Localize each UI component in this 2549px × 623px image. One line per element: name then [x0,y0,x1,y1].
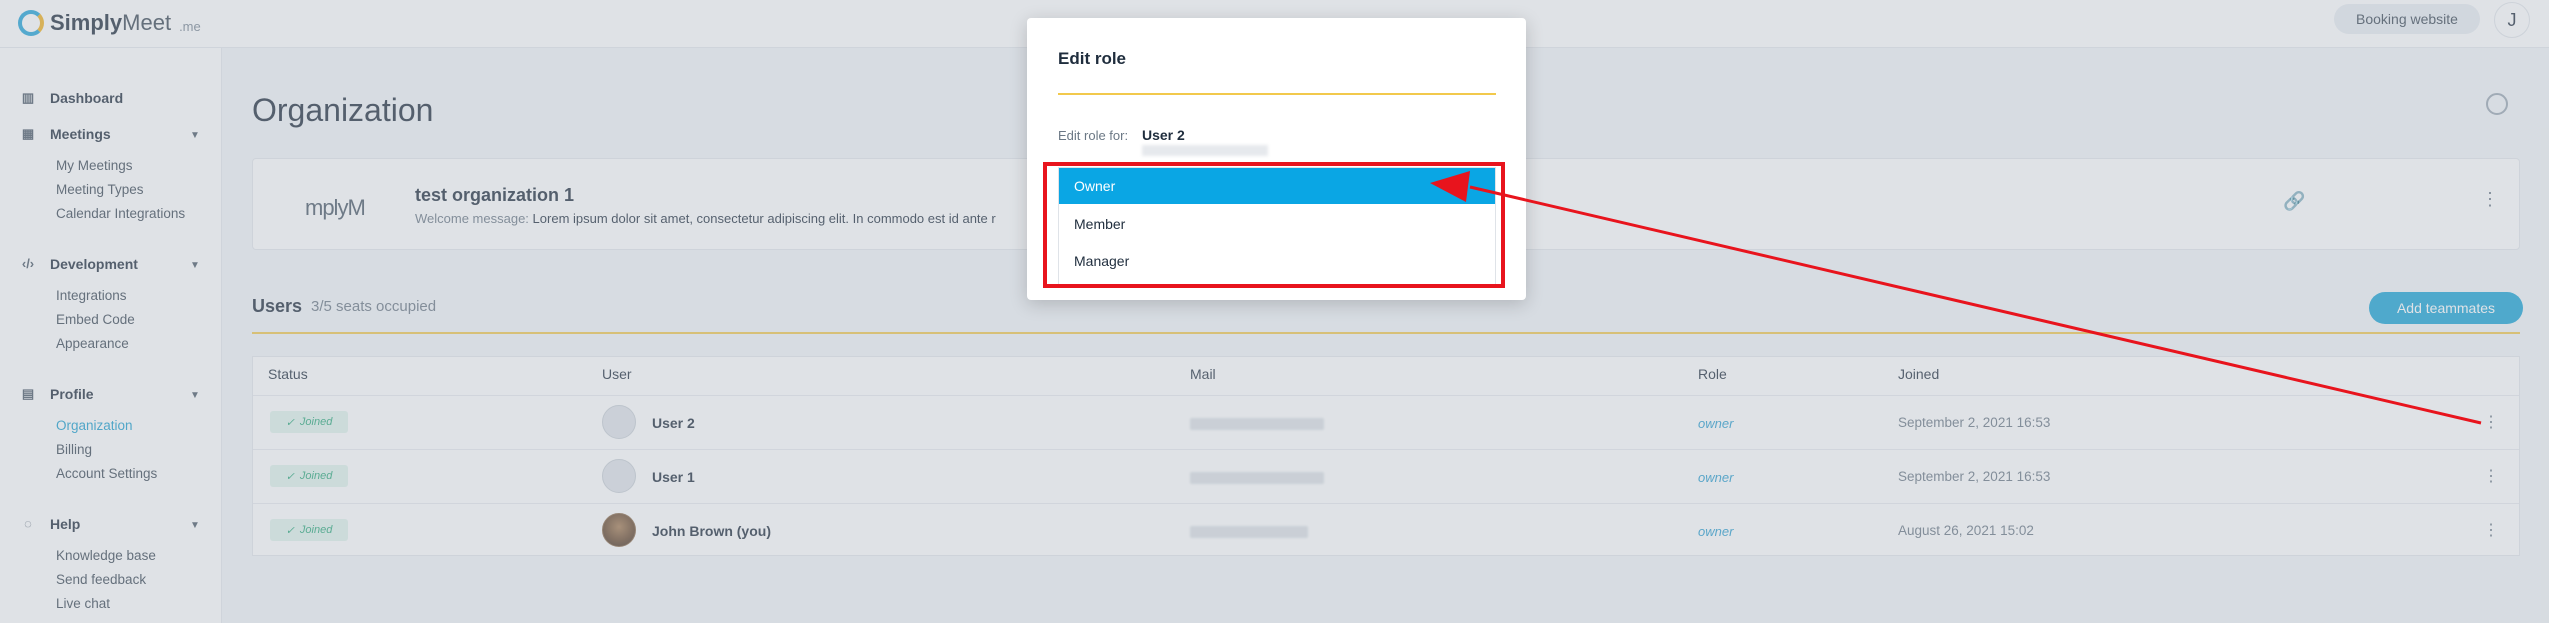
user-mail-redacted [1142,145,1268,156]
edit-role-for-label: Edit role for: [1058,128,1129,143]
edit-role-for-user: User 2 [1142,127,1185,143]
dialog-title: Edit role [1058,49,1127,68]
annotation-highlight-box [1043,162,1505,288]
dialog-divider [1058,93,1496,95]
